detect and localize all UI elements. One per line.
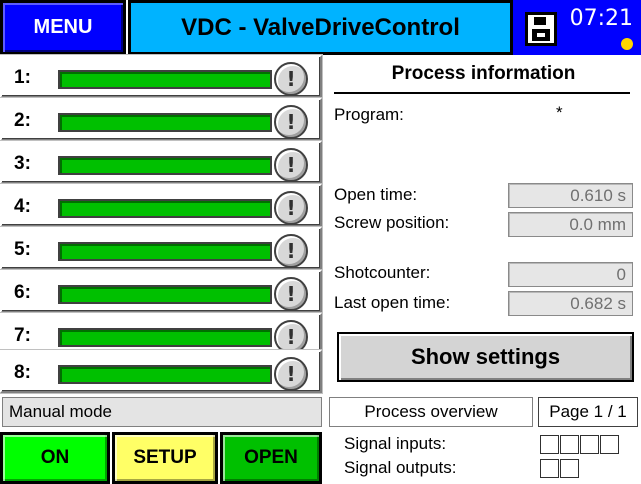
info-icon[interactable]: ! xyxy=(274,357,308,391)
info-icon[interactable]: ! xyxy=(274,320,308,354)
program-value: * xyxy=(556,103,563,122)
setup-button[interactable]: SETUP xyxy=(112,432,218,484)
valve-label: 3: xyxy=(14,153,31,174)
valve-row-5[interactable]: 5: ! xyxy=(0,227,322,270)
valve-row-4[interactable]: 4: ! xyxy=(0,184,322,227)
info-icon-symbol: ! xyxy=(286,196,296,220)
app-title: VDC - ValveDriveControl xyxy=(128,0,513,55)
info-icon-symbol: ! xyxy=(286,325,296,349)
valve-status-bar xyxy=(58,242,272,261)
info-icon[interactable]: ! xyxy=(274,191,308,225)
last-open-time-value: 0.682 s xyxy=(508,291,633,316)
page-indicator[interactable]: Page 1 / 1 xyxy=(538,397,638,427)
signal-output-indicator xyxy=(540,459,559,478)
floppy-disk-icon[interactable] xyxy=(525,12,557,46)
valve-label: 7: xyxy=(14,325,31,346)
valve-status-bar xyxy=(58,285,272,304)
valve-row-2[interactable]: 2: ! xyxy=(0,98,322,141)
last-open-time-label: Last open time: xyxy=(334,293,451,312)
signal-input-indicator xyxy=(540,435,559,454)
valve-row-6[interactable]: 6: ! xyxy=(0,270,322,313)
info-icon-symbol: ! xyxy=(286,362,296,386)
signal-outputs-label: Signal outputs: xyxy=(344,458,457,477)
valve-label: 1: xyxy=(14,67,31,88)
signal-input-indicator xyxy=(560,435,579,454)
view-name: Process overview xyxy=(329,397,533,427)
info-icon[interactable]: ! xyxy=(274,234,308,268)
valve-status-bar xyxy=(58,156,272,175)
on-button[interactable]: ON xyxy=(0,432,110,484)
valve-status-bar xyxy=(58,328,272,347)
valve-row-3[interactable]: 3: ! xyxy=(0,141,322,184)
valve-label: 6: xyxy=(14,282,31,303)
show-settings-button[interactable]: Show settings xyxy=(337,332,634,382)
info-icon-symbol: ! xyxy=(286,67,296,91)
panel-title: Process information xyxy=(391,63,576,84)
signal-inputs-label: Signal inputs: xyxy=(344,434,447,453)
valve-label: 4: xyxy=(14,196,31,217)
info-icon[interactable]: ! xyxy=(274,277,308,311)
info-icon-symbol: ! xyxy=(286,110,296,134)
signal-output-indicator xyxy=(560,459,579,478)
program-label: Program: xyxy=(334,105,404,124)
menu-button[interactable]: MENU xyxy=(0,0,126,55)
shotcounter-label: Shotcounter: xyxy=(334,263,431,282)
valve-label: 8: xyxy=(14,362,31,383)
valve-status-bar xyxy=(58,365,272,384)
valve-status-bar xyxy=(58,70,272,89)
info-icon[interactable]: ! xyxy=(274,62,308,96)
valve-label: 2: xyxy=(14,110,31,131)
screw-position-value: 0.0 mm xyxy=(508,212,633,237)
panel-divider xyxy=(334,92,630,94)
screw-position-label: Screw position: xyxy=(334,213,450,232)
mode-indicator: Manual mode xyxy=(2,397,322,427)
info-icon-symbol: ! xyxy=(286,153,296,177)
info-icon[interactable]: ! xyxy=(274,105,308,139)
signal-input-indicator xyxy=(600,435,619,454)
valve-row-1[interactable]: 1: ! xyxy=(0,55,322,98)
alarm-indicator xyxy=(621,38,633,50)
info-icon[interactable]: ! xyxy=(274,148,308,182)
info-icon-symbol: ! xyxy=(286,282,296,306)
valve-status-bar xyxy=(58,113,272,132)
open-button[interactable]: OPEN xyxy=(220,432,322,484)
open-time-value: 0.610 s xyxy=(508,183,633,208)
shotcounter-value: 0 xyxy=(508,262,633,287)
signal-input-indicator xyxy=(580,435,599,454)
valve-label: 5: xyxy=(14,239,31,260)
valve-status-bar xyxy=(58,199,272,218)
clock: 07:21 xyxy=(569,6,633,31)
open-time-label: Open time: xyxy=(334,185,418,204)
valve-row-8[interactable]: 8: ! xyxy=(0,350,322,393)
info-icon-symbol: ! xyxy=(286,239,296,263)
